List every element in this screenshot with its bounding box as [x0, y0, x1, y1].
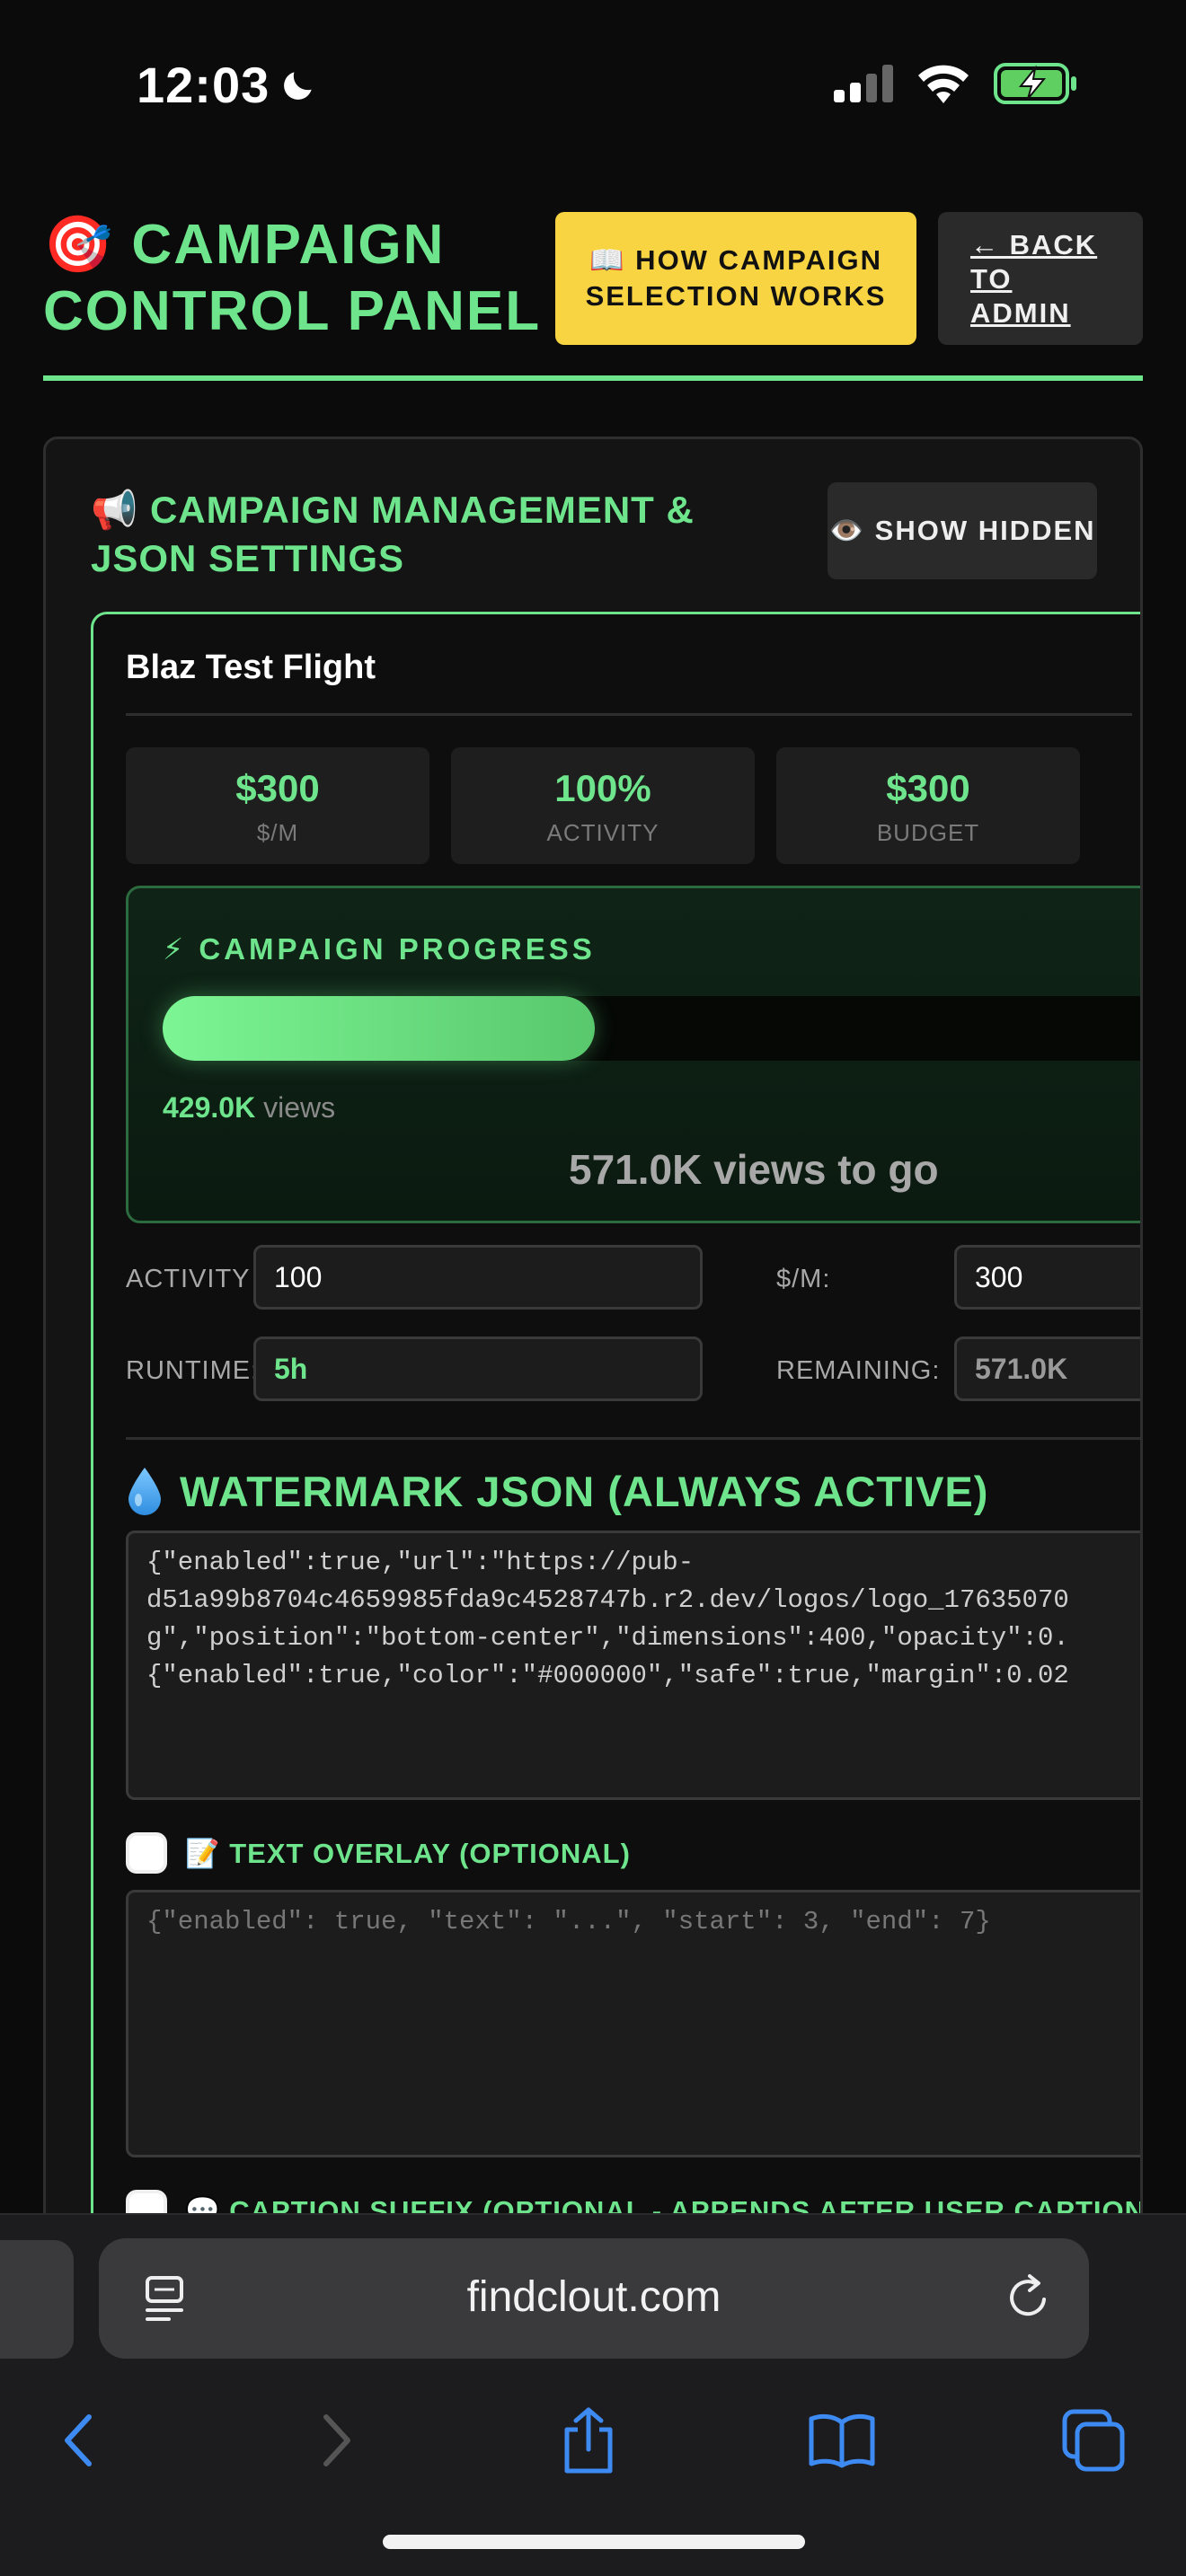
- cellular-signal-icon: [834, 65, 893, 102]
- campaign-card: Blaz Test Flight $300 $/M 100% ACTIVITY …: [91, 612, 1140, 2230]
- battery-charging-icon: [994, 63, 1076, 104]
- browser-toolbar: findclout.com: [0, 2213, 1186, 2576]
- json-line: d51a99b8704c4659985fda9c4528747b.r2.dev/…: [146, 1585, 1069, 1615]
- card-divider: [126, 713, 1132, 716]
- remaining-field: [954, 1337, 1140, 1401]
- runtime-field: [253, 1337, 703, 1401]
- text-overlay-checkbox[interactable]: [126, 1832, 167, 1874]
- rate-label: $/M:: [776, 1265, 831, 1293]
- how-campaign-selection-works-button[interactable]: 📖 HOW CAMPAIGN SELECTION WORKS: [555, 212, 916, 345]
- back-to-admin-link[interactable]: ← BACK TO ADMIN: [938, 212, 1143, 345]
- tabs-button[interactable]: [1044, 2391, 1143, 2490]
- runtime-label: RUNTIME:: [126, 1356, 260, 1385]
- previous-tab-preview[interactable]: [0, 2240, 74, 2359]
- text-overlay-row: 📝 TEXT OVERLAY (OPTIONAL): [126, 1832, 631, 1874]
- stat-label: BUDGET: [876, 819, 980, 846]
- moon-icon: [284, 71, 312, 100]
- browser-nav-row: [0, 2391, 1186, 2490]
- json-line: {"enabled":true,"url":"https://pub-: [146, 1548, 695, 1577]
- json-line: {"enabled":true,"color":"#000000","safe"…: [146, 1661, 1069, 1690]
- tabs-icon: [1062, 2409, 1125, 2472]
- droplet-icon: [128, 1468, 161, 1515]
- share-button[interactable]: [539, 2391, 638, 2490]
- stat-budget: $300 BUDGET: [776, 747, 1080, 864]
- views-to-go: 571.0K views to go: [569, 1146, 939, 1193]
- chevron-right-icon: [323, 2414, 350, 2466]
- page-header: 🎯 CAMPAIGN CONTROL PANEL 📖 HOW CAMPAIGN …: [43, 212, 1143, 383]
- campaign-management-panel: 📢 CAMPAIGN MANAGEMENT & JSON SETTINGS 👁️…: [43, 437, 1143, 2233]
- status-bar: 12:03: [0, 0, 1186, 171]
- stat-activity: 100% ACTIVITY: [451, 747, 755, 864]
- stat-value: $300: [886, 767, 970, 809]
- status-icons: [834, 63, 1078, 104]
- bookmarks-button[interactable]: [792, 2391, 891, 2490]
- section-divider: [126, 1437, 1140, 1440]
- header-divider: [43, 375, 1143, 381]
- page-title: 🎯 CAMPAIGN CONTROL PANEL: [43, 214, 542, 342]
- stat-value: 100%: [554, 767, 651, 809]
- stat-label: ACTIVITY: [546, 819, 659, 846]
- progress-track: [163, 996, 1140, 1061]
- campaign-name: Blaz Test Flight: [126, 648, 376, 686]
- clock-text: 12:03: [137, 57, 270, 113]
- rate-input[interactable]: [954, 1245, 1140, 1310]
- wifi-icon: [918, 65, 969, 103]
- panel-title: 📢 CAMPAIGN MANAGEMENT & JSON SETTINGS: [91, 489, 695, 579]
- watermark-json-textarea[interactable]: {"enabled":true,"url":"https://pub-d51a9…: [126, 1531, 1140, 1800]
- address-bar[interactable]: findclout.com: [99, 2238, 1089, 2359]
- url-text: findclout.com: [466, 2273, 721, 2321]
- home-indicator: [383, 2535, 805, 2549]
- book-icon: [809, 2413, 875, 2468]
- status-time: 12:03: [137, 56, 318, 114]
- views-value: 429.0K: [163, 1091, 256, 1124]
- progress-title: ⚡ CAMPAIGN PROGRESS: [163, 932, 596, 966]
- reload-icon[interactable]: [1003, 2272, 1053, 2323]
- activity-input[interactable]: [253, 1245, 703, 1310]
- show-hidden-button[interactable]: 👁️ SHOW HIDDEN: [828, 482, 1097, 579]
- share-icon: [564, 2407, 613, 2474]
- watermark-section-title: WATERMARK JSON (ALWAYS ACTIVE): [126, 1466, 988, 1516]
- json-line: g","position":"bottom-center","dimension…: [146, 1623, 1069, 1653]
- stat-label: $/M: [256, 819, 299, 846]
- stat-rate: $300 $/M: [126, 747, 429, 864]
- progress-bar-fill: [163, 996, 596, 1061]
- watermark-title-text: WATERMARK JSON (ALWAYS ACTIVE): [180, 1467, 989, 1515]
- text-overlay-textarea[interactable]: {"enabled": true, "text": "...", "start"…: [126, 1890, 1140, 2157]
- back-nav-button[interactable]: [29, 2391, 128, 2490]
- forward-nav-button[interactable]: [288, 2391, 386, 2490]
- text-overlay-label: 📝 TEXT OVERLAY (OPTIONAL): [185, 1837, 631, 1869]
- remaining-label: REMAINING:: [776, 1356, 941, 1385]
- views-unit: views: [263, 1091, 336, 1124]
- views-count: 429.0K views: [163, 1091, 335, 1125]
- stat-value: $300: [235, 767, 320, 809]
- chevron-left-icon: [65, 2414, 92, 2466]
- campaign-progress: ⚡ CAMPAIGN PROGRESS 429.0K views 571.0K …: [126, 886, 1140, 1223]
